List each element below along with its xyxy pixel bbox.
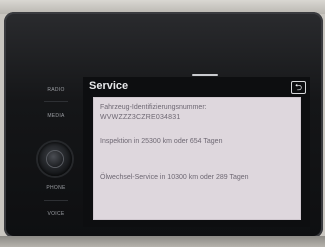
dashboard-trim-bottom — [0, 236, 325, 247]
media-button[interactable]: MEDIA — [36, 113, 76, 119]
oil-service-due: Ölwechsel-Service in 10300 km oder 289 T… — [100, 174, 249, 181]
top-menu-handle[interactable] — [192, 74, 218, 76]
infotainment-screen: Service ⮌ Fahrzeug-Identifizierungsnumme… — [83, 74, 310, 227]
knob-cap — [47, 151, 63, 167]
divider — [44, 200, 68, 201]
service-info-panel: Fahrzeug-Identifizierungsnummer: WVWZZZ3… — [93, 97, 301, 220]
inspection-due: Inspektion in 25300 km oder 654 Tagen — [100, 138, 223, 145]
page-title: Service — [89, 80, 129, 92]
volume-knob[interactable] — [38, 142, 72, 176]
phone-button[interactable]: PHONE — [36, 185, 76, 191]
voice-button[interactable]: VOICE — [36, 211, 76, 217]
side-button-panel: RADIO MEDIA PHONE VOICE — [10, 60, 80, 230]
back-arrow-icon: ⮌ — [294, 82, 303, 92]
vin-value: WVWZZZ3CZRE034831 — [100, 114, 181, 121]
title-bar: Service ⮌ — [83, 77, 310, 96]
vin-label: Fahrzeug-Identifizierungsnummer: — [100, 104, 207, 111]
divider — [44, 101, 68, 102]
back-button[interactable]: ⮌ — [291, 81, 306, 94]
radio-button[interactable]: RADIO — [36, 87, 76, 93]
